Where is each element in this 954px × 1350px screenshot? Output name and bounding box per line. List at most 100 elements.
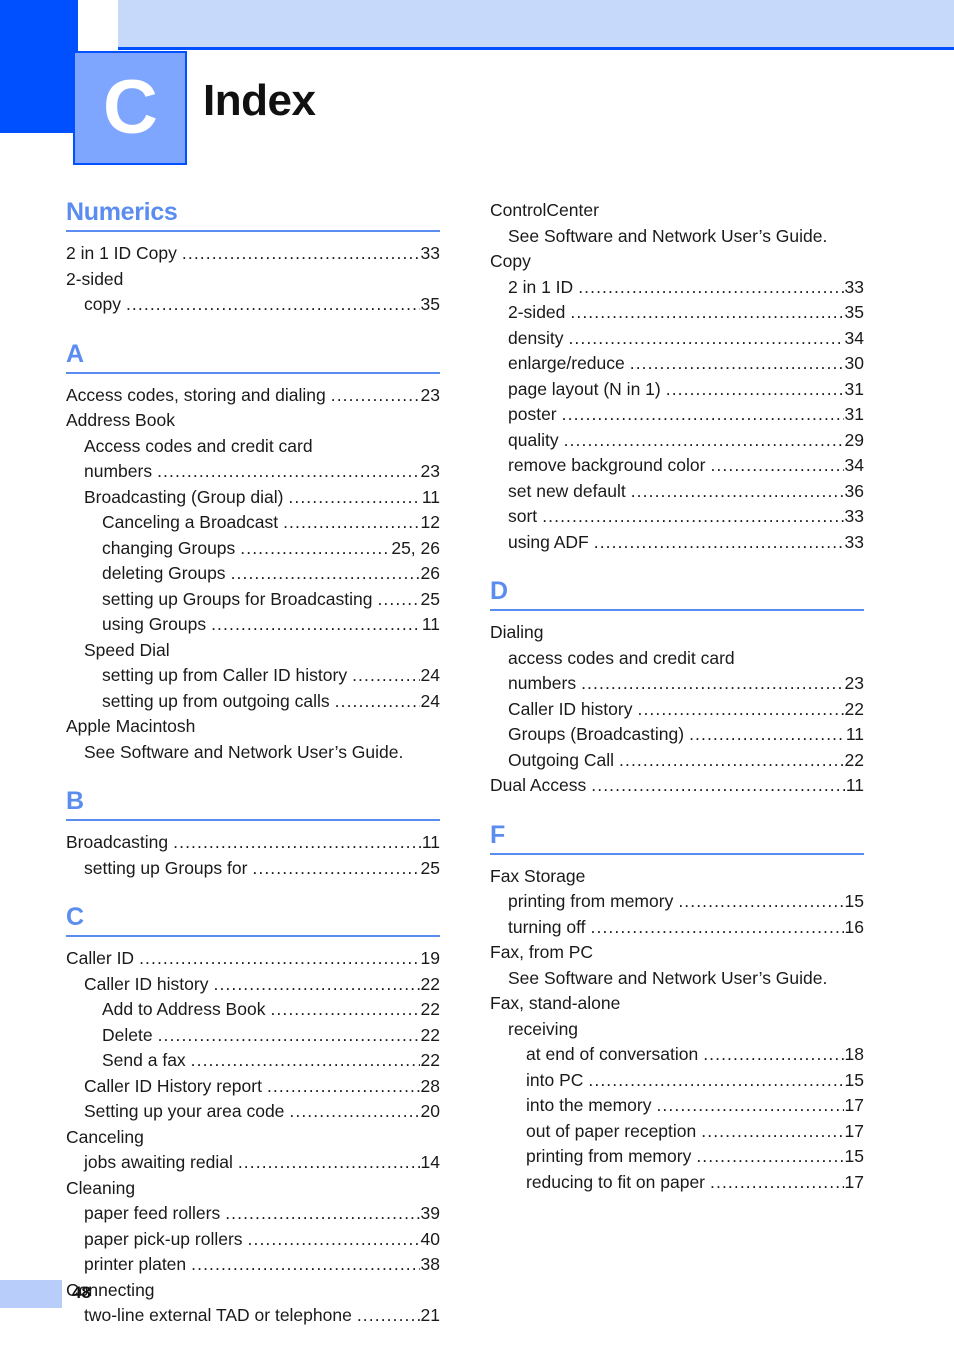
index-entry-plain: Dialing — [490, 622, 544, 642]
index-entry-group: Dialing access codes and credit card numbe… — [490, 620, 864, 799]
index-entry-page: 33 — [844, 276, 864, 297]
index-entry-page: 11 — [421, 486, 440, 507]
index-entry[interactable]: enlarge/reduce..........................… — [490, 351, 864, 377]
index-entry-label: two-line external TAD or telephone — [84, 1305, 352, 1325]
index-column-right: ControlCenter See Software and Network Us… — [490, 198, 864, 1195]
index-entry-page: 14 — [420, 1152, 440, 1172]
leader-dots: ........................................… — [588, 1069, 844, 1090]
index-entry-page: 24 — [420, 690, 440, 711]
index-entry-label: numbers — [84, 461, 153, 481]
index-entry[interactable]: paper feed rollers......................… — [66, 1201, 440, 1227]
index-entry[interactable]: two-line external TAD or telephone......… — [66, 1303, 440, 1329]
index-entry[interactable]: Caller ID history.......................… — [66, 972, 440, 998]
index-entry[interactable]: poster..................................… — [490, 402, 864, 428]
page-title: Index — [203, 76, 316, 125]
index-entry[interactable]: 2 in 1 ID Copy..........................… — [66, 241, 440, 267]
index-entry[interactable]: quality.................................… — [490, 428, 864, 454]
index-entry-group: Broadcasting............................… — [66, 830, 440, 881]
index-entry[interactable]: setting up from Caller ID history.......… — [66, 663, 440, 689]
leader-dots: ........................................… — [230, 563, 420, 583]
index-entry[interactable]: setting up Groups for Broadcasting......… — [66, 587, 440, 613]
index-entry-group: 2 in 1 ID Copy..........................… — [66, 241, 440, 318]
leader-dots: ........................................… — [630, 480, 844, 501]
index-entry[interactable]: Caller ID history.......................… — [490, 697, 864, 723]
index-entry[interactable]: Setting up your area code...............… — [66, 1099, 440, 1125]
index-entry[interactable]: Outgoing Call...........................… — [490, 748, 864, 774]
index-entry[interactable]: Add to Address Book.....................… — [66, 997, 440, 1023]
index-entry[interactable]: Caller ID History report................… — [66, 1074, 440, 1100]
index-entry[interactable]: setting up Groups for...................… — [66, 856, 440, 882]
index-entry[interactable]: printer platen..........................… — [66, 1252, 440, 1278]
index-entry[interactable]: paper pick-up rollers...................… — [66, 1227, 440, 1253]
leader-dots: ........................................… — [710, 1171, 844, 1192]
index-entry-plain: Copy — [490, 251, 531, 271]
index-entry[interactable]: Canceling a Broadcast...................… — [66, 510, 440, 536]
leader-dots: ........................................… — [619, 749, 843, 770]
section-heading: B — [66, 787, 84, 815]
index-entry-label: Send a fax — [102, 1050, 186, 1070]
index-entry-page: 11 — [845, 724, 864, 744]
index-entry[interactable]: numbers.................................… — [490, 671, 864, 697]
index-entry[interactable]: Delete..................................… — [66, 1023, 440, 1049]
index-entry[interactable]: Dual Access.............................… — [490, 773, 864, 799]
index-entry[interactable]: Send a fax..............................… — [66, 1048, 440, 1074]
index-entry[interactable]: 2-sided.................................… — [490, 300, 864, 326]
header-rule — [118, 47, 954, 50]
index-entry-page: 31 — [844, 378, 864, 399]
index-entry[interactable]: Broadcasting (Group dial)...............… — [66, 485, 440, 511]
index-entry[interactable]: changing Groups.........................… — [66, 536, 440, 562]
index-entry[interactable]: using ADF...............................… — [490, 530, 864, 556]
index-entry[interactable]: page layout (N in 1)....................… — [490, 377, 864, 403]
leader-dots: ........................................… — [710, 455, 843, 475]
section-divider — [66, 371, 440, 374]
index-entry[interactable]: turning off.............................… — [490, 915, 864, 941]
index-entry[interactable]: set new default.........................… — [490, 479, 864, 505]
index-entry[interactable]: Groups (Broadcasting)...................… — [490, 722, 864, 748]
index-entry-label: quality — [508, 429, 559, 450]
index-column-left: Numerics 2 in 1 ID Copy..................… — [66, 198, 440, 1329]
index-entry[interactable]: numbers.................................… — [66, 459, 440, 485]
index-entry[interactable]: printing from memory....................… — [490, 1144, 864, 1170]
index-entry-label: Caller ID — [66, 948, 135, 968]
index-entry[interactable]: copy....................................… — [66, 292, 440, 318]
index-entry[interactable]: setting up from outgoing calls..........… — [66, 689, 440, 715]
index-entry-label: setting up Groups for — [84, 857, 248, 878]
index-entry[interactable]: remove background color.................… — [490, 453, 864, 479]
index-entry[interactable]: Broadcasting............................… — [66, 830, 440, 856]
index-entry-page: 28 — [420, 1075, 440, 1096]
leader-dots: ........................................… — [225, 1203, 420, 1223]
index-entry[interactable]: printing from memory....................… — [490, 889, 864, 915]
index-entry-label: setting up from outgoing calls — [102, 690, 330, 711]
index-entry[interactable]: 2 in 1 ID...............................… — [490, 275, 864, 301]
index-entry-group: Fax Storage printing from memory.........… — [490, 864, 864, 1196]
index-entry[interactable]: into PC.................................… — [490, 1068, 864, 1094]
index-entry[interactable]: reducing to fit on paper................… — [490, 1170, 864, 1196]
index-entry-page: 34 — [844, 455, 864, 475]
leader-dots: ........................................… — [247, 1228, 420, 1249]
index-entry-label: paper pick-up rollers — [84, 1228, 243, 1249]
index-entry[interactable]: deleting Groups.........................… — [66, 561, 440, 587]
index-entry[interactable]: Access codes, storing and dialing.......… — [66, 383, 440, 409]
index-entry[interactable]: into the memory.........................… — [490, 1093, 864, 1119]
index-entry[interactable]: out of paper reception..................… — [490, 1119, 864, 1145]
section-heading: Numerics — [66, 198, 178, 226]
leader-dots: ........................................… — [352, 665, 419, 685]
index-entry-page: 11 — [421, 832, 440, 852]
index-entry[interactable]: density.................................… — [490, 326, 864, 352]
index-entry-page: 23 — [420, 384, 440, 405]
index-entry-label: out of paper reception — [526, 1120, 697, 1141]
index-entry[interactable]: Caller ID...............................… — [66, 946, 440, 972]
index-entry-plain: See Software and Network User’s Guide. — [84, 741, 404, 762]
index-entry[interactable]: at end of conversation..................… — [490, 1042, 864, 1068]
index-entry-page: 15 — [844, 1069, 864, 1090]
index-entry[interactable]: jobs awaiting redial....................… — [66, 1150, 440, 1176]
index-entry-page: 22 — [420, 973, 440, 994]
index-entry[interactable]: using Groups............................… — [66, 612, 440, 638]
index-entry[interactable]: sort....................................… — [490, 504, 864, 530]
index-entry-label: Broadcasting (Group dial) — [84, 486, 284, 507]
header-accent-bar — [0, 0, 78, 133]
